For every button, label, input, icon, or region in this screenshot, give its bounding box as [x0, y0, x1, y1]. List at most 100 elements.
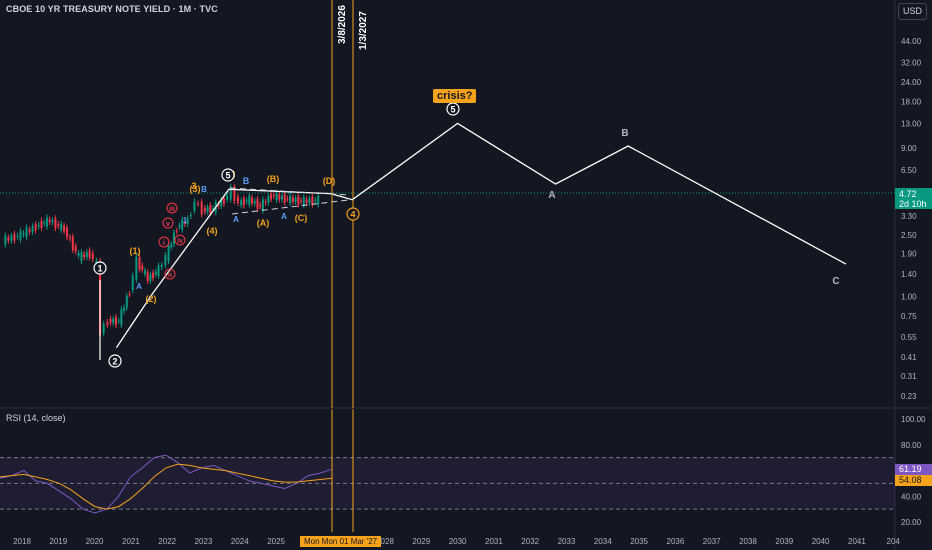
crisis-label: crisis? [433, 89, 477, 103]
wave-label-5-big: 5 [450, 105, 455, 115]
y-tick-label: 0.75 [901, 312, 917, 321]
candle-body [48, 219, 51, 223]
candle-body [123, 307, 126, 312]
candle-body [193, 201, 196, 211]
candle-body [245, 200, 248, 202]
candle-body [7, 237, 10, 241]
candle-body [189, 214, 192, 217]
candle-body [114, 316, 117, 325]
candle-body [291, 197, 294, 202]
y-tick-label: 44.00 [901, 37, 922, 46]
wave-label-paren-d: (D) [323, 176, 336, 186]
candle-body [40, 220, 43, 228]
candle-body [109, 318, 112, 323]
y-tick-label: 9.00 [901, 144, 917, 153]
candle-body [270, 193, 273, 200]
candle-body [308, 198, 311, 204]
candle-body [300, 200, 303, 202]
x-tick-label: 2023 [195, 537, 213, 546]
wave-label-blue-a3: A [136, 282, 142, 291]
candle-body [57, 223, 60, 226]
y-tick-label: 13.00 [901, 119, 922, 128]
wave-label-paren-c: (C) [295, 213, 308, 223]
currency-button[interactable]: USD [898, 3, 927, 20]
candle-body [229, 186, 232, 200]
candle-body [167, 245, 170, 262]
wave-label-5-small: 5 [225, 171, 230, 181]
wave-label-roman: ii [168, 272, 172, 279]
chart-title: CBOE 10 YR TREASURY NOTE YIELD · 1M · TV… [6, 4, 218, 14]
wave-label-paren-4: (4) [207, 226, 218, 236]
candle-body [143, 270, 146, 275]
wave-label-paren-b: (B) [267, 174, 280, 184]
candle-body [80, 252, 83, 262]
candle-body [294, 198, 297, 202]
x-tick-label: 2040 [812, 537, 830, 546]
chart-stage[interactable]: 12(1)(2)(3)(4)(5)5(A)(B)(C)(D)45ABCBAABA… [0, 0, 932, 550]
candle-body [83, 254, 86, 258]
wave-label-blue-1: 1 [183, 216, 188, 225]
candle-body [102, 324, 105, 334]
candle-body [248, 195, 251, 205]
x-tick-label: 2019 [49, 537, 67, 546]
rsi-y-tick-label: 40.00 [901, 492, 922, 501]
vertical-line-label-2: 1/3/2027 [358, 11, 369, 50]
candle-body [200, 201, 203, 215]
candle-body [256, 199, 259, 209]
candle-body [280, 196, 283, 200]
rsi-ma-badge: 54.08 [895, 475, 932, 486]
candle-body [138, 256, 141, 270]
wave-label-blue-b: B [243, 176, 250, 186]
candle-body [240, 200, 243, 206]
candle-body [209, 205, 212, 213]
candle-body [226, 195, 229, 200]
wave-label-b: B [621, 128, 628, 139]
candle-body [54, 218, 57, 229]
y-tick-label: 32.00 [901, 59, 922, 68]
candle-body [264, 201, 267, 203]
x-tick-label: 2033 [558, 537, 576, 546]
candle-body [251, 197, 254, 204]
candle-body [267, 195, 270, 203]
candle-body [68, 237, 71, 239]
x-tick-label: 2018 [13, 537, 31, 546]
candle-body [22, 233, 25, 235]
x-tick-label: 204 [887, 537, 901, 546]
candle-body [297, 196, 300, 205]
candle-body [170, 244, 173, 248]
candle-body [203, 208, 206, 212]
y-tick-label: 0.55 [901, 333, 917, 342]
wave-label-blue-a2: A [281, 212, 287, 221]
x-tick-label: 2024 [231, 537, 249, 546]
rsi-y-tick-label: 80.00 [901, 441, 922, 450]
candle-body [120, 309, 123, 325]
candle-body [45, 217, 48, 227]
wave-label-2: 2 [112, 357, 117, 367]
candle-body [88, 250, 91, 258]
candle-body [154, 271, 157, 275]
candle-body [13, 233, 16, 241]
y-tick-label: 1.90 [901, 249, 917, 258]
x-tick-label: 2020 [86, 537, 104, 546]
wave-label-a: A [548, 190, 555, 201]
wave-label-paren-2: (2) [146, 294, 157, 304]
y-tick-label: 24.00 [901, 78, 922, 87]
candle-body [206, 207, 209, 212]
candle-body [261, 199, 264, 211]
candle-body [272, 195, 275, 197]
candle-body [51, 220, 54, 223]
crosshair-date-badge: Mon Mon 01 Mar '27 [300, 536, 382, 547]
candle-body [149, 274, 152, 282]
x-tick-label: 2035 [630, 537, 648, 546]
x-tick-label: 2038 [739, 537, 757, 546]
candle-body [66, 227, 69, 238]
candle-body [175, 230, 178, 232]
candle-body [160, 265, 163, 268]
price-chart[interactable]: 12(1)(2)(3)(4)(5)5(A)(B)(C)(D)45ABCBAABA… [0, 0, 932, 550]
candle-body [71, 236, 74, 251]
candle-body [34, 224, 37, 231]
candle-body [25, 227, 28, 238]
candle-body [317, 195, 320, 205]
wave-label-roman: v [166, 221, 170, 228]
candle-body [4, 235, 7, 245]
